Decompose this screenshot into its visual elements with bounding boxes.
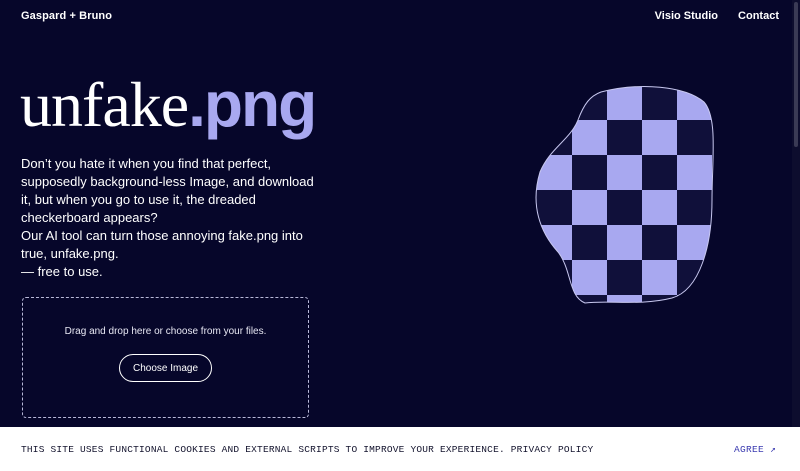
dropzone-instruction: Drag and drop here or choose from your f…	[64, 326, 267, 337]
cookie-agree-label: AGREE	[733, 444, 764, 455]
nav-link-contact[interactable]: Contact	[738, 10, 779, 22]
file-dropzone[interactable]: Drag and drop here or choose from your f…	[22, 297, 309, 418]
arrow-up-right-icon: ↗	[769, 444, 776, 455]
nav-link-visio-studio[interactable]: Visio Studio	[655, 10, 718, 22]
brand-logo[interactable]: Gaspard + Bruno	[21, 10, 112, 22]
hero-title-extension: .png	[188, 68, 317, 140]
checkerboard-blob-illustration	[535, 86, 714, 304]
hero-title: unfake.png	[20, 66, 317, 143]
cookie-banner: THIS SITE USES FUNCTIONAL COOKIES AND EX…	[0, 427, 800, 471]
description-paragraph: Don’t you hate it when you find that per…	[21, 156, 314, 225]
description-paragraph: — free to use.	[21, 264, 103, 279]
scrollbar-thumb[interactable]	[794, 2, 798, 147]
site-header: Gaspard + Bruno Visio Studio Contact	[0, 0, 800, 34]
cookie-message: THIS SITE USES FUNCTIONAL COOKIES AND EX…	[21, 444, 594, 455]
hero-description: Don’t you hate it when you find that per…	[21, 155, 321, 281]
choose-image-button[interactable]: Choose Image	[119, 354, 212, 382]
cookie-agree-button[interactable]: AGREE ↗	[734, 444, 776, 455]
description-paragraph: Our AI tool can turn those annoying fake…	[21, 228, 303, 261]
hero-title-main: unfake	[20, 69, 189, 140]
page-scrollbar[interactable]	[792, 0, 800, 427]
